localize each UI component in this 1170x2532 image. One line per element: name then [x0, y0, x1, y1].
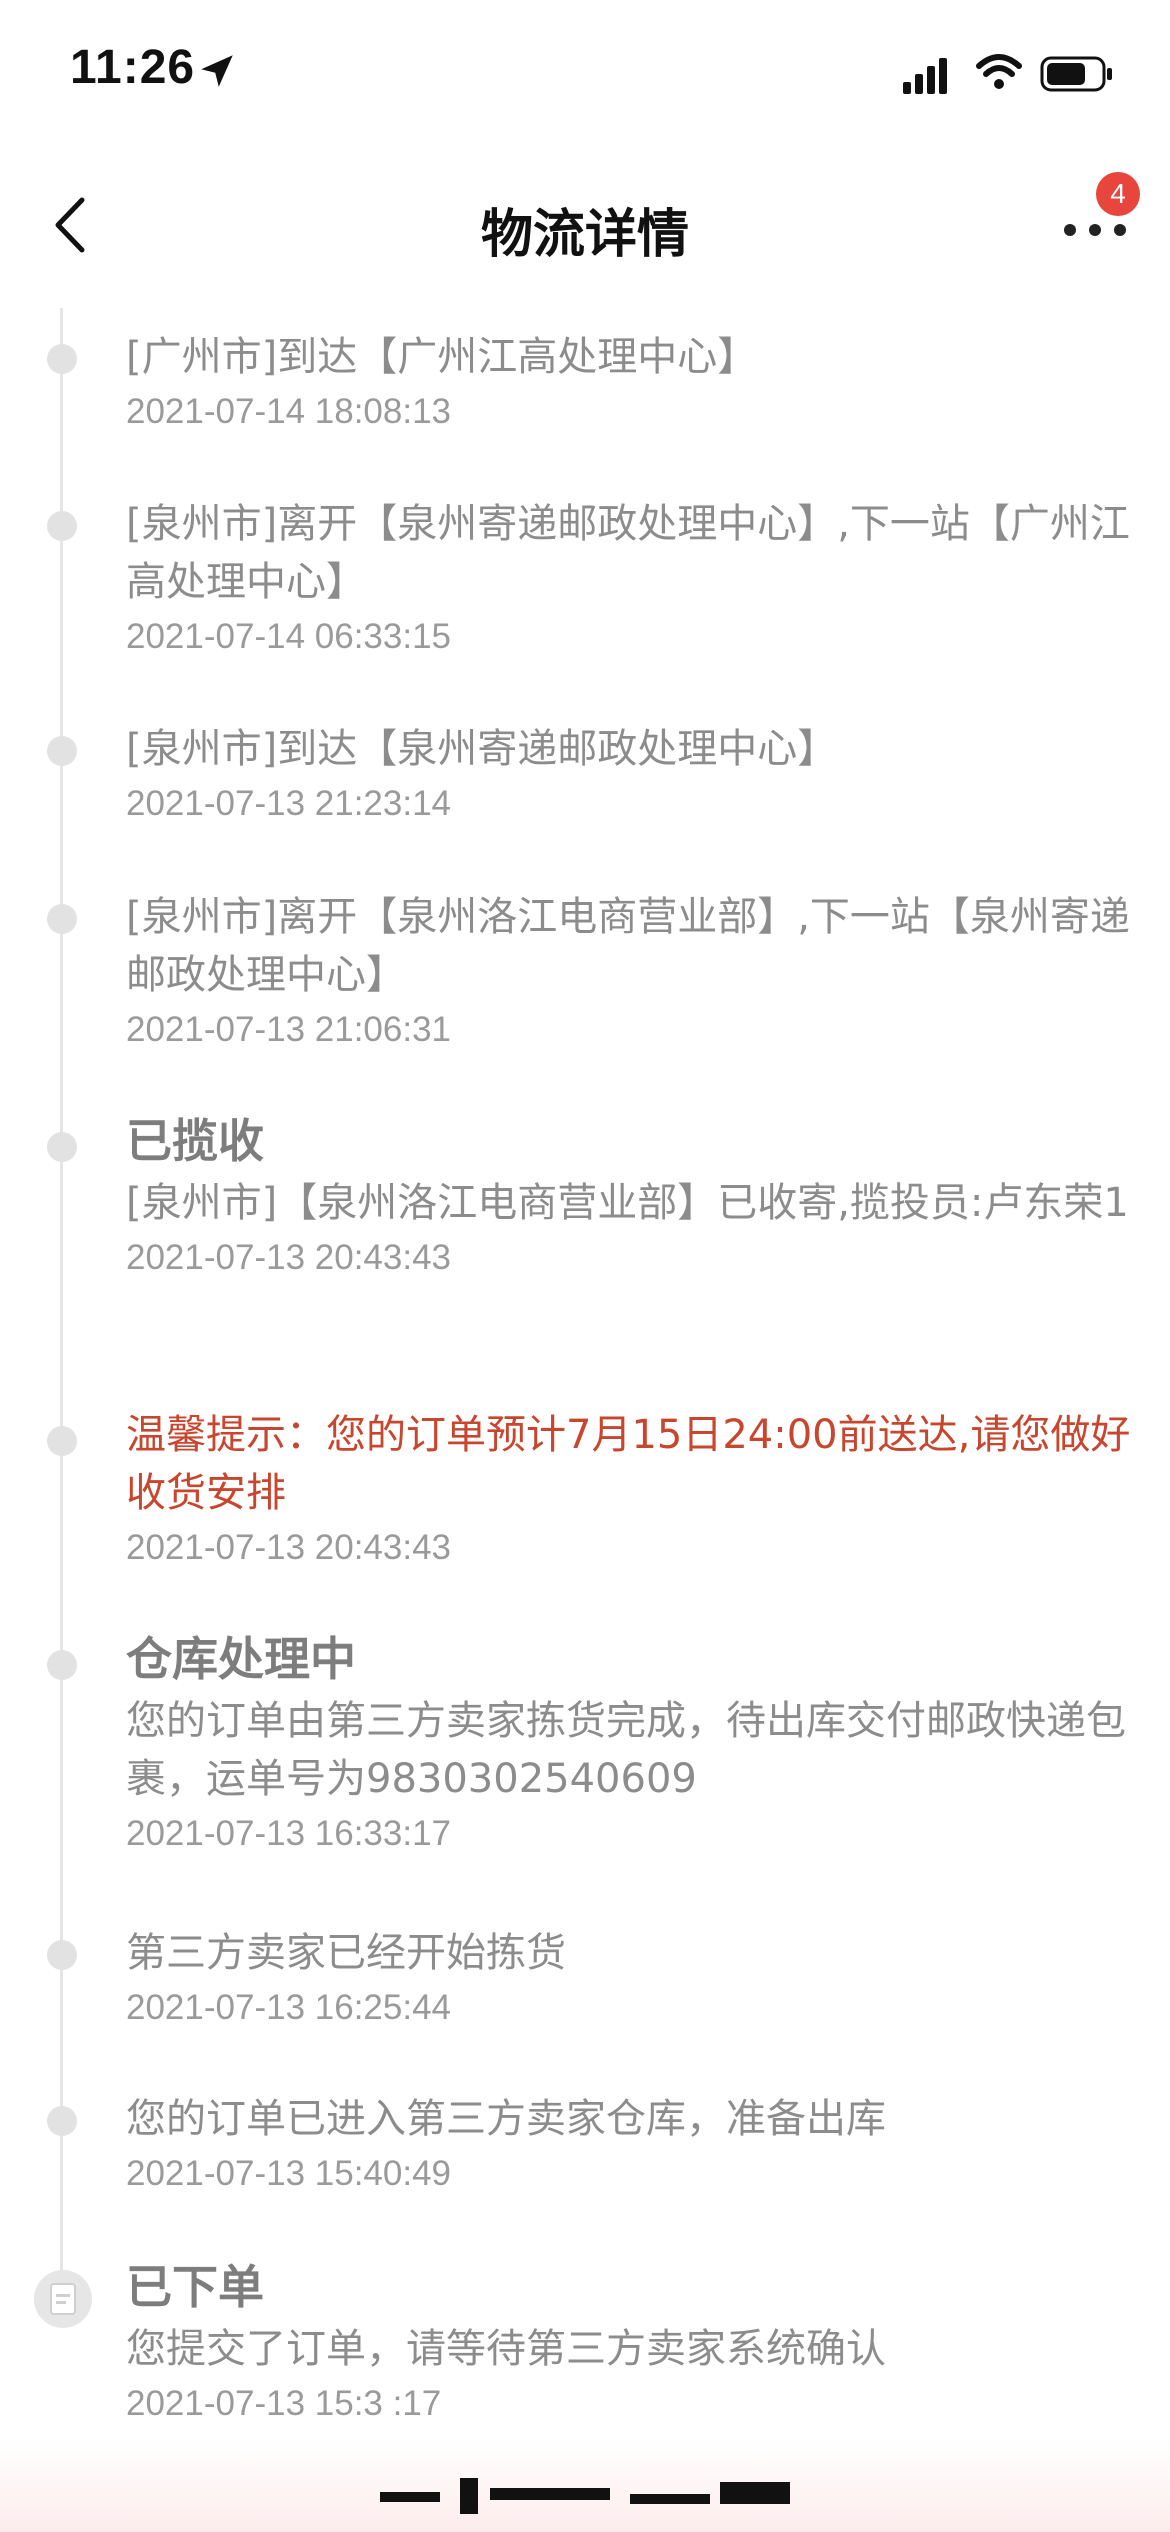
event-time: 2021-07-13 15:40:49 — [126, 2154, 451, 2193]
nav-bar: 物流详情 4 — [0, 160, 1170, 290]
event-description: 您的订单已进入第三方卖家仓库，准备出库 — [126, 2096, 886, 2142]
timeline-dot — [47, 1426, 77, 1456]
order-document-icon — [34, 2270, 92, 2328]
wifi-icon — [976, 54, 1022, 89]
timeline-dot — [47, 511, 77, 541]
event-time: 2021-07-13 16:33:17 — [126, 1814, 451, 1853]
event-status-heading: 已揽收 — [126, 1114, 264, 1168]
location-arrow-icon — [201, 55, 233, 87]
status-time: 11:26 — [70, 41, 196, 94]
more-button[interactable]: 4 — [1050, 172, 1140, 266]
event-time: 2021-07-14 06:33:15 — [126, 617, 451, 656]
page-title: 物流详情 — [480, 205, 689, 265]
event-time: 2021-07-13 20:43:43 — [126, 1238, 451, 1277]
event-status-heading: 仓库处理中 — [126, 1632, 356, 1686]
event-description: [泉州市]离开【泉州寄递邮政处理中心】,下一站【广州江高处理中心】 — [126, 501, 1130, 605]
event-description: 您的订单由第三方卖家拣货完成，待出库交付邮政快递包裹，运单号为983030254… — [126, 1698, 1126, 1802]
more-dots-icon — [1064, 224, 1126, 236]
timeline-dot — [47, 344, 77, 374]
delivery-tip-text: 温馨提示：您的订单预计7月15日24:00前送达,请您做好收货安排 — [126, 1412, 1131, 1516]
event-time: 2021-07-13 15:3 :17 — [126, 2384, 442, 2423]
timeline-dot — [47, 1940, 77, 1970]
event-description: 第三方卖家已经开始拣货 — [126, 1930, 566, 1976]
timeline-dot — [47, 1132, 77, 1162]
logistics-timeline: [广州市]到达【广州江高处理中心】 2021-07-14 18:08:13 [泉… — [0, 290, 1170, 2470]
event-description: [泉州市]离开【泉州洛江电商营业部】,下一站【泉州寄递邮政处理中心】 — [126, 894, 1130, 998]
timeline-dot — [47, 2106, 77, 2136]
event-description: [广州市]到达【广州江高处理中心】 — [126, 334, 758, 380]
event-description: 您提交了订单，请等待第三方卖家系统确认 — [126, 2326, 886, 2372]
event-time: 2021-07-13 21:23:14 — [126, 784, 451, 823]
timeline-line — [60, 308, 63, 2308]
battery-icon — [1040, 56, 1112, 92]
event-status-heading: 已下单 — [126, 2260, 264, 2314]
event-time: 2021-07-14 18:08:13 — [126, 392, 451, 431]
event-time: 2021-07-13 21:06:31 — [126, 1010, 451, 1049]
notification-badge: 4 — [1096, 172, 1140, 216]
event-description: [泉州市]到达【泉州寄递邮政处理中心】 — [126, 726, 838, 772]
status-bar: 11:26 — [0, 0, 1170, 140]
event-description: [泉州市]【泉州洛江电商营业部】已收寄,揽投员:卢东荣1 — [126, 1180, 1129, 1226]
timeline-dot — [47, 904, 77, 934]
bottom-banner-graphic — [380, 2478, 790, 2514]
timeline-dot — [47, 736, 77, 766]
timeline-dot — [47, 1650, 77, 1680]
cellular-signal-icon — [903, 58, 947, 94]
event-time: 2021-07-13 20:43:43 — [126, 1528, 451, 1567]
event-time: 2021-07-13 16:25:44 — [126, 1988, 451, 2027]
